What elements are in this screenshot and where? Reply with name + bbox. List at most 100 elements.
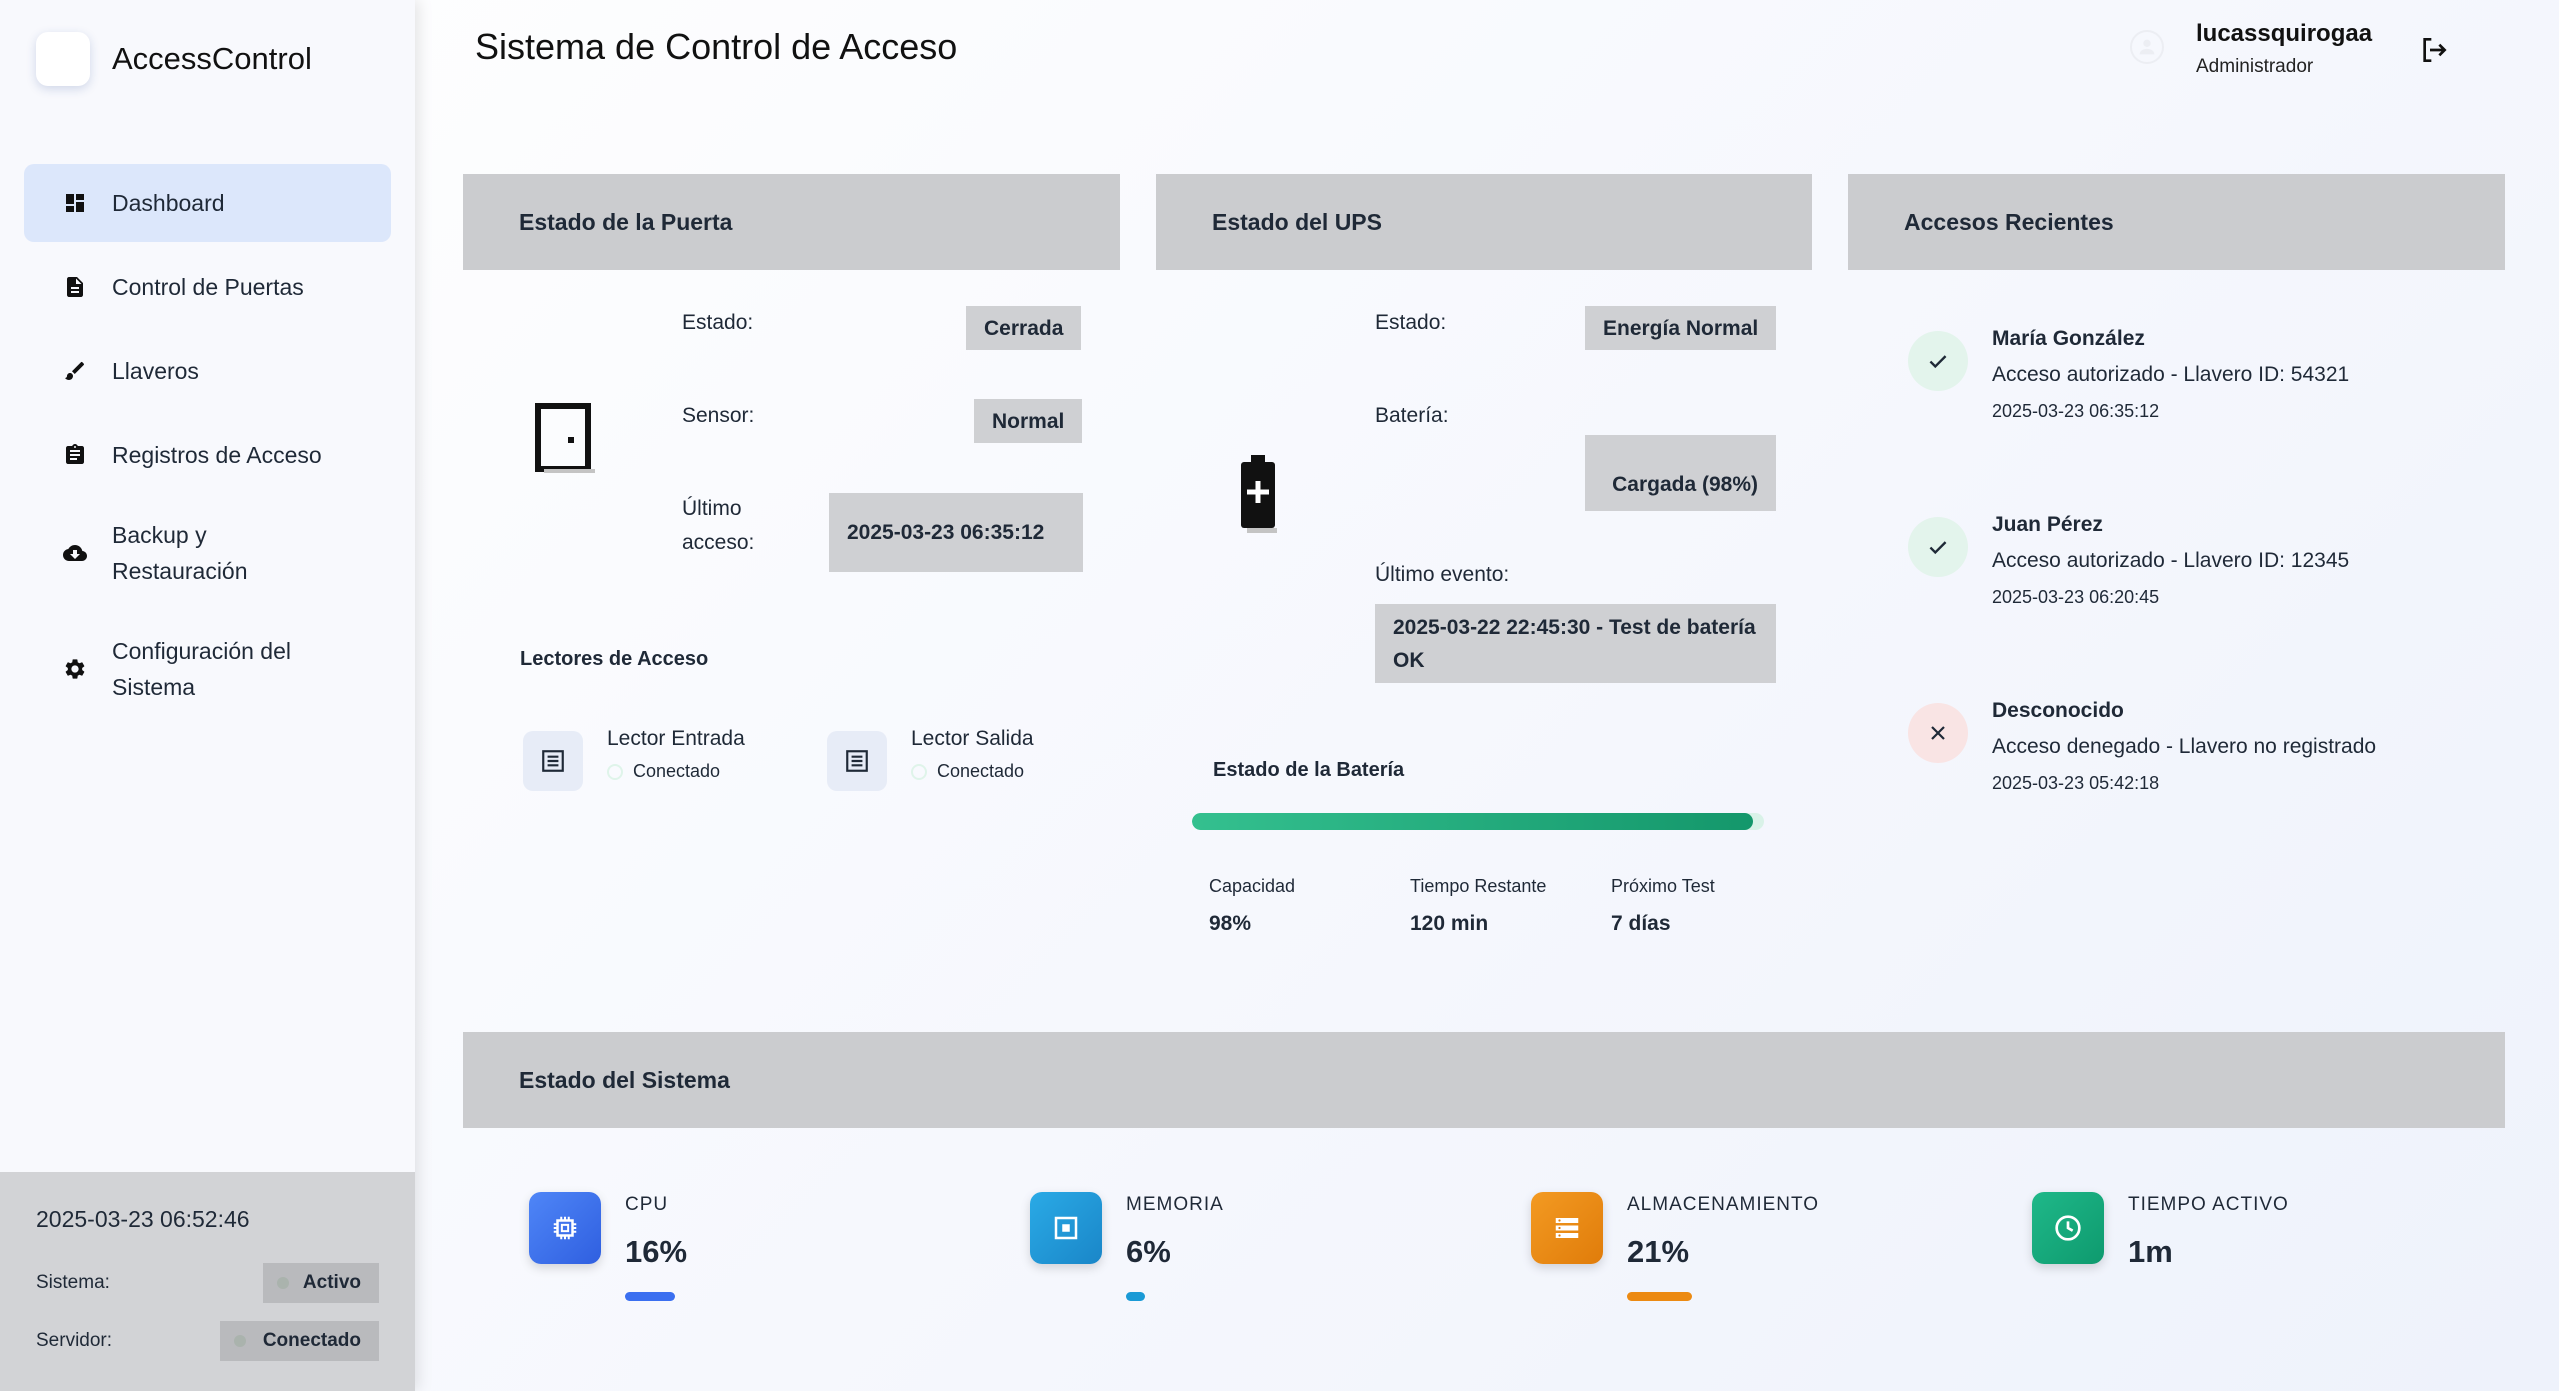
battery-capacity-value: 98%: [1209, 912, 1252, 935]
next-test-value: 7 días: [1611, 912, 1671, 935]
battery-time-value: 120 min: [1410, 912, 1489, 935]
sidebar-item-label: Registros de Acceso: [112, 442, 322, 468]
sidebar-item-label: Dashboard: [112, 190, 225, 216]
user-role: Administrador: [2196, 56, 2314, 77]
access-user-name: Juan Pérez: [1992, 513, 2103, 536]
reader-icon: [827, 731, 887, 791]
reader-status: Conectado: [911, 761, 1034, 782]
metric-label: ALMACENAMIENTO: [1627, 1194, 1820, 1215]
list-item[interactable]: María González Acceso autorizado - Llave…: [1908, 327, 2350, 422]
metric-label: TIEMPO ACTIVO: [2128, 1194, 2289, 1215]
sidebar-item-registros[interactable]: Registros de Acceso: [24, 416, 391, 494]
door-sensor-value: Normal: [974, 399, 1083, 443]
sidebar: AccessControl Dashboard Control de Puert…: [0, 0, 415, 1391]
metric-cpu: CPU 16%: [529, 1192, 687, 1301]
ups-battery-value: Cargada (98%): [1585, 435, 1776, 511]
system-status-badge: Activo: [263, 1263, 379, 1303]
battery-status-title: Estado de la Batería: [1213, 759, 1405, 781]
sidebar-item-dashboard[interactable]: Dashboard: [24, 164, 391, 242]
status-dot: [234, 1335, 246, 1347]
document-icon: [62, 274, 88, 300]
ups-state-value: Energía Normal: [1585, 306, 1777, 350]
close-icon: [1908, 703, 1968, 763]
access-timestamp: 2025-03-23 06:35:12: [1992, 401, 2160, 421]
check-icon: [1908, 331, 1968, 391]
app-name: AccessControl: [112, 41, 312, 76]
logout-button[interactable]: [2418, 34, 2450, 66]
door-state-value: Cerrada: [966, 306, 1082, 350]
brush-icon: [62, 358, 88, 384]
metric-bar: [625, 1292, 675, 1301]
logout-icon: [2423, 38, 2447, 62]
next-test-label: Próximo Test: [1611, 876, 1715, 896]
door-state-label: Estado:: [682, 311, 754, 334]
reader-status: Conectado: [607, 761, 745, 782]
battery-progress-bar: [1192, 813, 1764, 830]
battery-icon: [1239, 455, 1279, 538]
list-item[interactable]: Desconocido Acceso denegado - Llavero no…: [1908, 699, 2377, 794]
door-sensor-label: Sensor:: [682, 404, 755, 427]
ups-card-header: Estado del UPS: [1156, 174, 1812, 270]
metric-label: MEMORIA: [1126, 1194, 1224, 1215]
clock-icon: [2032, 1192, 2104, 1264]
server-status-label: Servidor:: [36, 1330, 113, 1351]
reader-name: Lector Entrada: [607, 727, 745, 750]
cpu-icon: [529, 1192, 601, 1264]
dashboard-icon: [62, 190, 88, 216]
system-status-label: Sistema:: [36, 1272, 110, 1293]
system-status-value: Activo: [302, 1272, 361, 1293]
server-status-value: Conectado: [262, 1330, 361, 1351]
battery-progress-fill: [1192, 813, 1753, 830]
status-dot: [277, 1277, 289, 1289]
recent-access-card-header: Accesos Recientes: [1848, 174, 2505, 270]
logo-icon: [36, 32, 90, 86]
metric-label: CPU: [625, 1194, 669, 1215]
door-last-access-value: 2025-03-23 06:35:12: [829, 493, 1083, 572]
access-user-name: Desconocido: [1992, 699, 2124, 722]
door-last-access-label: Último acceso:: [682, 497, 755, 554]
access-description: Acceso autorizado - Llavero ID: 54321: [1992, 363, 2350, 386]
metric-almacenamiento: ALMACENAMIENTO 21%: [1531, 1192, 1819, 1301]
reader-salida[interactable]: Lector Salida Conectado: [827, 727, 1034, 791]
sidebar-item-label: Backup y Restauración: [112, 522, 248, 584]
reader-icon: [523, 731, 583, 791]
metric-value: 21%: [1627, 1234, 1690, 1269]
reader-status-text: Conectado: [633, 761, 721, 781]
door-card-header: Estado de la Puerta: [463, 174, 1120, 270]
sidebar-nav: Dashboard Control de Puertas Llaveros Re…: [24, 164, 391, 732]
battery-capacity-label: Capacidad: [1209, 876, 1296, 896]
list-item[interactable]: Juan Pérez Acceso autorizado - Llavero I…: [1908, 513, 2350, 608]
battery-time-label: Tiempo Restante: [1410, 876, 1547, 896]
status-dot: [607, 763, 623, 780]
metric-tiempo-activo: TIEMPO ACTIVO 1m: [2032, 1192, 2289, 1270]
access-timestamp: 2025-03-23 06:20:45: [1992, 587, 2160, 607]
readers-title: Lectores de Acceso: [520, 648, 709, 670]
sidebar-item-control-puertas[interactable]: Control de Puertas: [24, 248, 391, 326]
avatar: [2130, 30, 2164, 64]
reader-name: Lector Salida: [911, 727, 1034, 750]
system-status-card-header: Estado del Sistema: [463, 1032, 2505, 1128]
access-description: Acceso denegado - Llavero no registrado: [1992, 735, 2377, 758]
access-timestamp: 2025-03-23 05:42:18: [1992, 773, 2160, 793]
user-menu[interactable]: lucassquirogaa Administrador: [2130, 20, 2372, 78]
sidebar-status-panel: 2025-03-23 06:52:46 Sistema: Activo Serv…: [0, 1172, 415, 1391]
sidebar-item-backup[interactable]: Backup y Restauración: [24, 500, 391, 606]
metric-bar: [1627, 1292, 1693, 1301]
metric-value: 6%: [1126, 1234, 1171, 1269]
app-logo[interactable]: AccessControl: [36, 32, 312, 86]
ups-state-label: Estado:: [1375, 311, 1447, 334]
access-user-name: María González: [1992, 327, 2145, 350]
door-icon: [535, 403, 596, 478]
clipboard-icon: [62, 442, 88, 468]
reader-entrada[interactable]: Lector Entrada Conectado: [523, 727, 745, 791]
metric-bar: [1126, 1292, 1145, 1301]
metric-value: 1m: [2128, 1234, 2173, 1269]
current-datetime: 2025-03-23 06:52:46: [36, 1206, 250, 1232]
sidebar-item-configuracion[interactable]: Configuración del Sistema: [24, 616, 391, 722]
user-name: lucassquirogaa: [2196, 20, 2373, 47]
page-title: Sistema de Control de Acceso: [475, 26, 958, 67]
access-description: Acceso autorizado - Llavero ID: 12345: [1992, 549, 2350, 572]
sidebar-item-llaveros[interactable]: Llaveros: [24, 332, 391, 410]
storage-icon: [1531, 1192, 1603, 1264]
ups-event-label: Último evento:: [1375, 563, 1510, 586]
